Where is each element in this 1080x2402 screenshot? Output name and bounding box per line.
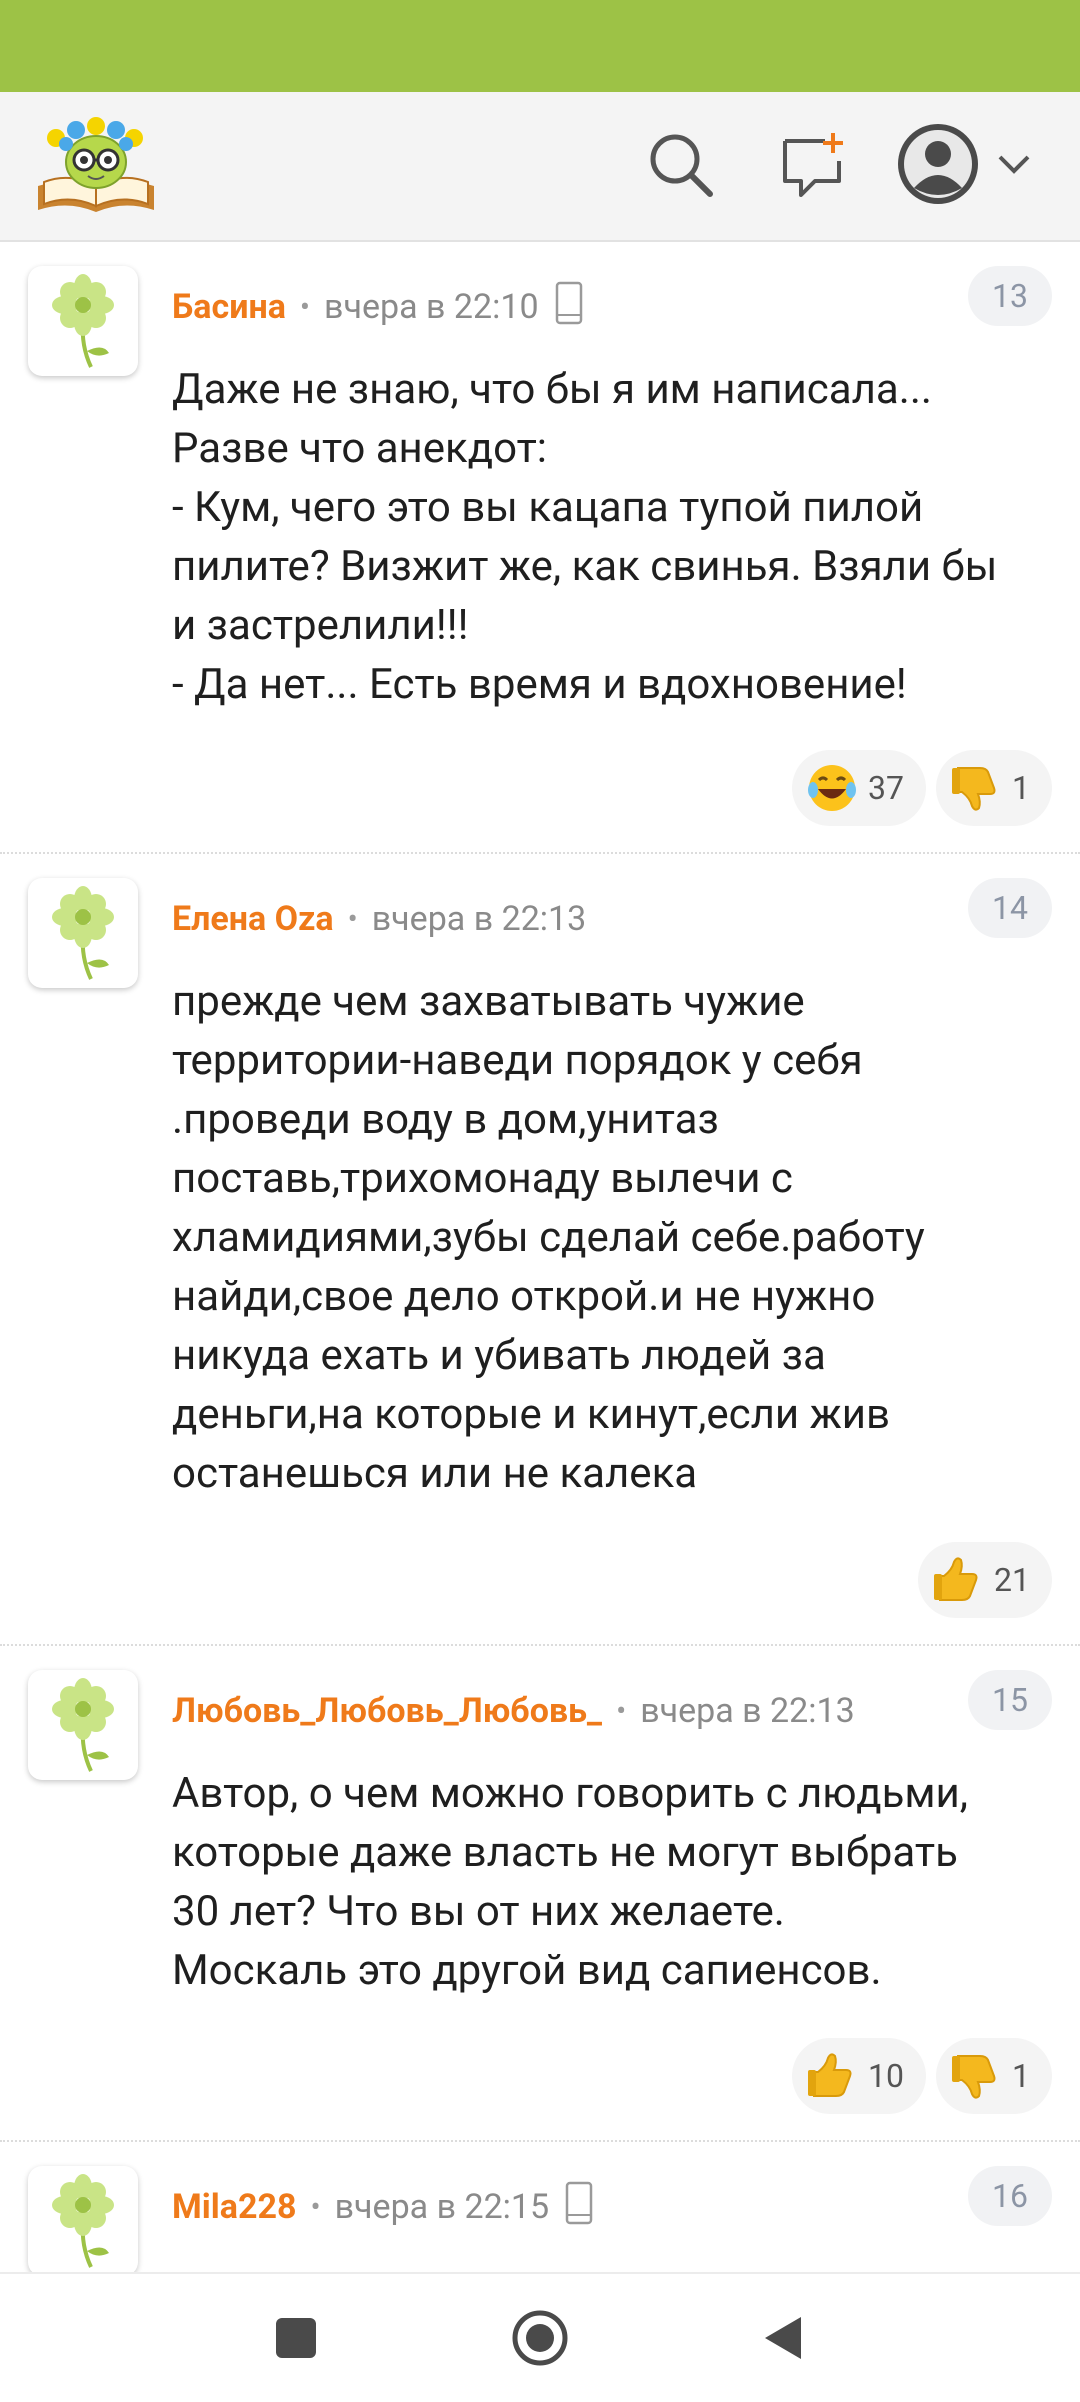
reaction-count: 1 [1012,2057,1030,2095]
comment-number: 15 [968,1670,1052,1730]
comment-line: территории-наведи порядок у себя [172,1036,863,1085]
author-name[interactable]: Любовь_Любовь_Любовь_ [172,1691,602,1731]
comment-line: останешься или не калека [172,1449,698,1498]
search-icon[interactable] [636,120,726,210]
comment-feed[interactable]: Басина • вчера в 22:10 13 Даже не знаю, … [0,242,1080,2272]
comment-text: прежде чем захватывать чужие территории-… [172,972,1052,1503]
thumbs-down-icon [950,762,1002,814]
comment-meta: Mila228 • вчера в 22:15 [172,2181,593,2234]
thumbs-up-icon [932,1554,984,1606]
status-bar [0,0,1080,92]
comment-line: Разве что анекдот: [172,424,547,473]
comment-time: вчера в 22:10 [324,287,539,327]
user-avatar[interactable] [28,266,138,376]
comment-item: Басина • вчера в 22:10 13 Даже не знаю, … [0,242,1080,854]
reactions: 37 1 [792,750,1052,826]
logo-reader-icon[interactable] [34,110,158,214]
system-nav-bar [0,2272,1080,2402]
reaction-dislike[interactable]: 1 [936,750,1052,826]
comment-number: 13 [968,266,1052,326]
comment-number: 14 [968,878,1052,938]
comment-line: - Кум, чего это вы кацапа тупой пилой [172,483,924,532]
user-avatar[interactable] [28,2166,138,2272]
comment-time: вчера в 22:13 [371,899,587,939]
comment-meta: Любовь_Любовь_Любовь_ • вчера в 22:13 [172,1686,855,1736]
comment-line: хламидиями,зубы сделай себе.работу [172,1213,925,1262]
separator-dot: • [616,1693,627,1729]
reaction-count: 1 [1012,769,1030,807]
reaction-count: 21 [994,1561,1030,1599]
author-name[interactable]: Елена Oza [172,899,334,939]
comment-line: никуда ехать и убивать людей за [172,1331,826,1380]
comment-meta: Басина • вчера в 22:10 [172,281,583,334]
comment-number: 16 [968,2166,1052,2226]
user-avatar[interactable] [28,878,138,988]
comment-time: вчера в 22:15 [334,2187,550,2227]
comment-line: прежде чем захватывать чужие [172,977,805,1026]
comment-line: 30 лет? Что вы от них желаете. [172,1887,785,1936]
laughing-emoji-icon [806,762,858,814]
phone-icon [555,281,583,334]
reaction-count: 10 [868,2057,905,2095]
reactions: 21 [918,1542,1052,1618]
recent-apps-icon[interactable] [256,2298,336,2378]
separator-dot: • [347,901,358,937]
comment-line: Автор, о чем можно говорить с людьми, [172,1769,969,1818]
reaction-like[interactable]: 21 [918,1542,1052,1618]
comment-meta: Елена Oza • вчера в 22:13 [172,894,586,944]
comment-text: Даже не знаю, что бы я им написала... Ра… [172,360,1052,714]
separator-dot: • [299,289,311,325]
separator-dot: • [310,2189,321,2225]
comment-line: Москаль это другой вид сапиенсов. [172,1946,882,1995]
thumbs-up-icon [806,2050,858,2102]
thumbs-down-icon [950,2050,1002,2102]
comment-item: Елена Oza • вчера в 22:13 14 прежде чем … [0,854,1080,1646]
reaction-dislike[interactable]: 1 [936,2038,1052,2114]
comment-line: найди,свое дело открой.и не нужно [172,1272,876,1321]
comment-line: и застрелили!!! [172,601,469,650]
chevron-down-icon[interactable] [986,120,1042,210]
app-header [0,92,1080,242]
author-name[interactable]: Mila228 [172,2187,296,2227]
reaction-count: 37 [868,769,905,807]
phone-icon [565,2181,593,2234]
comment-line: которые даже власть не могут выбрать [172,1828,958,1877]
comment-text: Автор, о чем можно говорить с людьми, ко… [172,1764,1052,2000]
home-icon[interactable] [500,2298,580,2378]
comment-line: поставь,трихомонаду вылечи с [172,1154,793,1203]
comment-line: деньги,на которые и кинут,если жив [172,1390,890,1439]
comment-item: Mila228 • вчера в 22:15 16 [0,2142,1080,2272]
author-name[interactable]: Басина [172,287,286,327]
comment-line: .проведи воду в дом,унитаз [172,1095,719,1144]
comment-item: Любовь_Любовь_Любовь_ • вчера в 22:13 15… [0,1646,1080,2142]
reaction-like[interactable]: 10 [792,2038,927,2114]
reaction-laugh[interactable]: 37 [792,750,927,826]
reactions: 10 1 [792,2038,1052,2114]
comment-time: вчера в 22:13 [640,1691,855,1731]
comment-line: пилите? Визжит же, как свинья. Взяли бы [172,542,998,591]
comment-line: - Да нет... Есть время и вдохновение! [172,660,907,709]
user-avatar[interactable] [28,1670,138,1780]
comment-line: Даже не знаю, что бы я им написала... [172,365,932,414]
back-icon[interactable] [744,2298,824,2378]
profile-avatar-icon[interactable] [896,122,980,206]
new-message-icon[interactable] [768,120,858,210]
